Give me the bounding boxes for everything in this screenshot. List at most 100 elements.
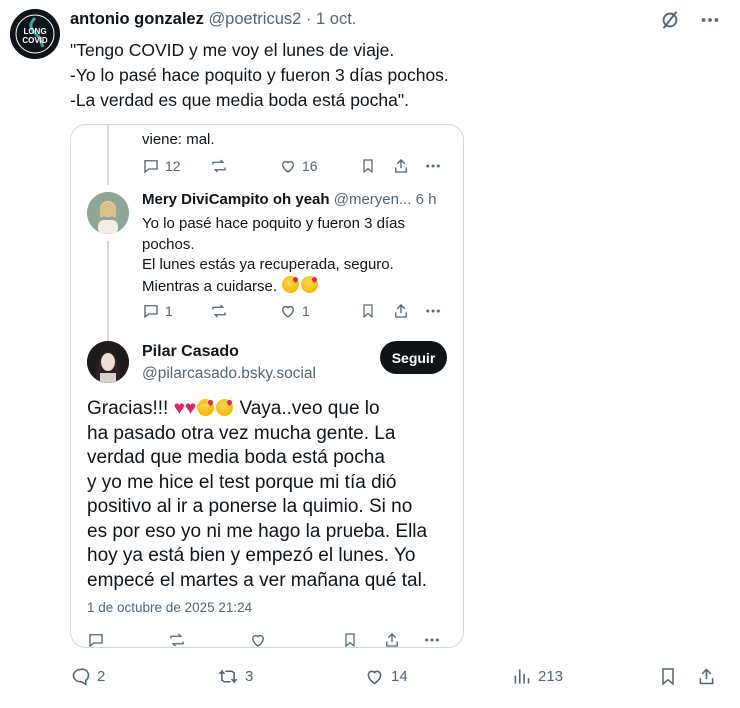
- more-icon: [426, 309, 440, 313]
- like-count: 14: [391, 668, 408, 685]
- post-card: LONG COVID antonio gonzalez @poetricus2 …: [0, 0, 740, 708]
- bookmark-button[interactable]: [360, 302, 376, 320]
- bookmark-icon[interactable]: [342, 631, 358, 647]
- like-button[interactable]: 14: [364, 666, 408, 687]
- heart-icon: [282, 305, 294, 318]
- reply-author-name[interactable]: Mery DiviCampito oh yeah: [142, 191, 330, 208]
- grok-icon[interactable]: [658, 8, 682, 32]
- prev-post-actions: 12 16: [142, 157, 442, 177]
- author-avatar[interactable]: LONG COVID: [10, 9, 60, 59]
- kiss-emoji: [282, 275, 300, 293]
- kiss-emoji: [216, 399, 234, 416]
- focus-post-date[interactable]: 1 de octubre de 2025 21:24: [87, 600, 252, 615]
- repost-icon: [212, 304, 226, 318]
- more-button[interactable]: [424, 302, 442, 320]
- focus-text-line: y yo me hice el test porque mi tía dió: [87, 471, 397, 493]
- focus-author-name[interactable]: Pilar Casado: [142, 343, 239, 361]
- heart-emoji: ♥: [173, 398, 185, 419]
- views-count: 213: [538, 668, 564, 685]
- attached-screenshot[interactable]: viene: mal. 12 16 Mery DiviCampito oh ye…: [70, 124, 464, 648]
- views-icon: [514, 669, 530, 684]
- repost-icon: [218, 669, 238, 684]
- focus-text-line: verdad que media boda está pocha: [87, 447, 385, 468]
- reply-actions: 1 1: [142, 302, 442, 322]
- post-text: "Tengo COVID y me voy el lunes de viaje.…: [70, 38, 720, 113]
- reply-button[interactable]: 1: [142, 302, 173, 320]
- reply-header: Mery DiviCampito oh yeah @meryen... 6 h: [142, 191, 452, 208]
- reply-avatar[interactable]: [87, 192, 129, 234]
- reply-icon: [144, 160, 158, 174]
- repost-button[interactable]: [210, 157, 228, 175]
- focus-text-segment: Vaya..veo que lo: [239, 398, 380, 419]
- reply-text-line: pochos.: [142, 235, 195, 253]
- like-button[interactable]: 1: [279, 302, 310, 320]
- like-button[interactable]: 16: [279, 157, 318, 175]
- share-button[interactable]: [696, 666, 717, 687]
- focus-avatar[interactable]: [87, 341, 129, 383]
- reply-text-segment: Mientras a cuidarse.: [142, 277, 278, 295]
- bookmark-icon: [662, 668, 674, 686]
- focus-text-line: es por eso yo ni me hago la prueba. Ella: [87, 520, 428, 542]
- post-text-line: -La verdad es que media boda está pocha"…: [70, 90, 409, 110]
- focus-post-actions: [87, 631, 447, 647]
- thread-line: [107, 241, 109, 347]
- share-icon: [699, 668, 714, 685]
- reply-count: 12: [165, 158, 181, 174]
- bookmark-button[interactable]: [658, 666, 678, 687]
- share-button[interactable]: [392, 302, 410, 320]
- author-name[interactable]: antonio gonzalez: [70, 10, 204, 28]
- reply-count: 2: [97, 668, 106, 685]
- kiss-emoji: [197, 399, 215, 416]
- reply-icon[interactable]: [87, 631, 105, 647]
- avatar-text-top: LONG: [23, 27, 46, 36]
- heart-icon[interactable]: [249, 631, 267, 647]
- share-icon: [395, 159, 407, 173]
- share-icon[interactable]: [383, 631, 401, 647]
- repost-button[interactable]: 3: [217, 666, 253, 687]
- like-count: 16: [302, 158, 318, 174]
- heart-icon: [367, 670, 382, 685]
- repost-icon[interactable]: [168, 631, 186, 647]
- reply-icon: [144, 305, 158, 319]
- separator-dot: ·: [305, 10, 312, 28]
- repost-count: 3: [245, 668, 254, 685]
- post-date[interactable]: 1 oct.: [316, 10, 356, 28]
- focus-text-line: empecé el martes a ver mañana qué tal.: [87, 569, 428, 591]
- heart-icon: [282, 160, 294, 173]
- views-button[interactable]: 213: [511, 666, 563, 687]
- focus-text-line: positivo al ir a ponerse la quimio. Si n…: [87, 496, 413, 517]
- post-header: antonio gonzalez @poetricus2 · 1 oct.: [70, 10, 356, 29]
- post-action-bar: 2 3 14 213: [70, 666, 730, 690]
- bookmark-button[interactable]: [360, 157, 376, 175]
- focus-author-handle[interactable]: @pilarcasado.bsky.social: [142, 365, 316, 383]
- focus-post-text: Gracias!!! ♥♥ Vaya..veo que lo ha pasado…: [87, 397, 457, 593]
- focus-text-line: Gracias!!! ♥♥ Vaya..veo que lo: [87, 397, 457, 422]
- reply-button[interactable]: 2: [70, 666, 105, 687]
- kiss-emoji: [301, 275, 319, 293]
- more-icon: [426, 164, 440, 168]
- share-button[interactable]: [392, 157, 410, 175]
- focus-text-line: hoy ya está bien y empezó el lunes. Yo: [87, 545, 416, 566]
- repost-button[interactable]: [210, 302, 228, 320]
- reply-text-line: El lunes estás ya recuperada, seguro.: [142, 256, 394, 273]
- reply-count: 1: [165, 303, 173, 319]
- reply-text: Yo lo pasé hace poquito y fueron 3 días …: [142, 214, 442, 297]
- more-button[interactable]: [424, 157, 442, 175]
- bookmark-icon: [363, 159, 373, 174]
- avatar-text-bottom: COVID: [22, 36, 48, 45]
- author-handle[interactable]: @poetricus2: [208, 10, 301, 28]
- focus-text-line: ha pasado otra vez mucha gente. La: [87, 422, 396, 444]
- more-icon[interactable]: [423, 631, 441, 647]
- reply-author-handle[interactable]: @meryen... 6 h: [334, 191, 437, 208]
- follow-button[interactable]: Seguir: [380, 341, 447, 374]
- more-icon[interactable]: [698, 8, 722, 32]
- reply-icon: [72, 668, 90, 686]
- reply-text-line: Mientras a cuidarse.: [142, 275, 442, 298]
- post-text-line: "Tengo COVID y me voy el lunes de viaje.: [70, 40, 395, 60]
- bookmark-icon: [363, 304, 373, 319]
- repost-icon: [212, 159, 226, 173]
- post-text-line: -Yo lo pasé hace poquito y fueron 3 días…: [70, 65, 449, 85]
- focus-text-segment: Gracias!!!: [87, 398, 169, 419]
- reply-button[interactable]: 12: [142, 157, 181, 175]
- clipped-post-text: viene: mal.: [142, 131, 215, 148]
